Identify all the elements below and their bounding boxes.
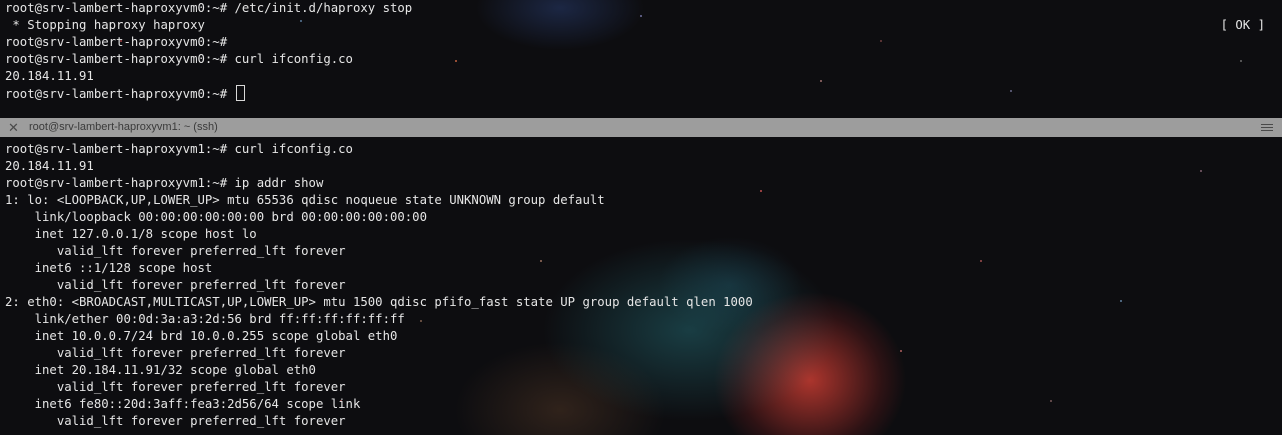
- close-icon[interactable]: ✕: [8, 120, 19, 135]
- terminal-line: root@srv-lambert-haproxyvm1:~# curl ifco…: [5, 142, 353, 156]
- terminal-line: inet 20.184.11.91/32 scope global eth0: [5, 363, 316, 377]
- terminal-prompt-line[interactable]: root@srv-lambert-haproxyvm0:~#: [5, 85, 245, 102]
- pane-title-bar[interactable]: ✕ root@srv-lambert-haproxyvm1: ~ (ssh): [0, 118, 1282, 137]
- pane-title: root@srv-lambert-haproxyvm1: ~ (ssh): [29, 121, 218, 133]
- text-cursor: [235, 85, 245, 101]
- terminal-line: valid_lft forever preferred_lft forever: [5, 278, 346, 292]
- terminal-line: inet 10.0.0.7/24 brd 10.0.0.255 scope gl…: [5, 329, 398, 343]
- terminal-line: root@srv-lambert-haproxyvm0:~#: [5, 35, 228, 49]
- terminal-line: inet6 ::1/128 scope host: [5, 261, 213, 275]
- terminal-line: * Stopping haproxy haproxy: [5, 18, 205, 32]
- prompt-text: root@srv-lambert-haproxyvm0:~#: [5, 87, 235, 101]
- terminal-line: 20.184.11.91: [5, 69, 94, 83]
- terminal-line: inet6 fe80::20d:3aff:fea3:2d56/64 scope …: [5, 397, 361, 411]
- terminal-line: inet 127.0.0.1/8 scope host lo: [5, 227, 257, 241]
- terminal-line: 1: lo: <LOOPBACK,UP,LOWER_UP> mtu 65536 …: [5, 193, 605, 207]
- terminal-line: valid_lft forever preferred_lft forever: [5, 346, 346, 360]
- terminal-line: root@srv-lambert-haproxyvm0:~# curl ifco…: [5, 52, 353, 66]
- terminal-line: 2: eth0: <BROADCAST,MULTICAST,UP,LOWER_U…: [5, 295, 753, 309]
- terminal-line: root@srv-lambert-haproxyvm0:~# /etc/init…: [5, 1, 413, 15]
- terminal-line: valid_lft forever preferred_lft forever: [5, 244, 346, 258]
- terminal-line: link/ether 00:0d:3a:a3:2d:56 brd ff:ff:f…: [5, 312, 405, 326]
- hamburger-menu-icon[interactable]: [1261, 124, 1273, 132]
- status-ok: [ OK ]: [1220, 18, 1265, 32]
- terminal-line: valid_lft forever preferred_lft forever: [5, 380, 346, 394]
- terminal-line: valid_lft forever preferred_lft forever: [5, 414, 346, 428]
- terminal-line: root@srv-lambert-haproxyvm1:~# ip addr s…: [5, 176, 324, 190]
- terminal-pane-top[interactable]: root@srv-lambert-haproxyvm0:~# /etc/init…: [0, 0, 1282, 115]
- terminal-line: 20.184.11.91: [5, 159, 94, 173]
- terminal-line: link/loopback 00:00:00:00:00:00 brd 00:0…: [5, 210, 427, 224]
- terminal-pane-bottom[interactable]: root@srv-lambert-haproxyvm1:~# curl ifco…: [0, 137, 1282, 435]
